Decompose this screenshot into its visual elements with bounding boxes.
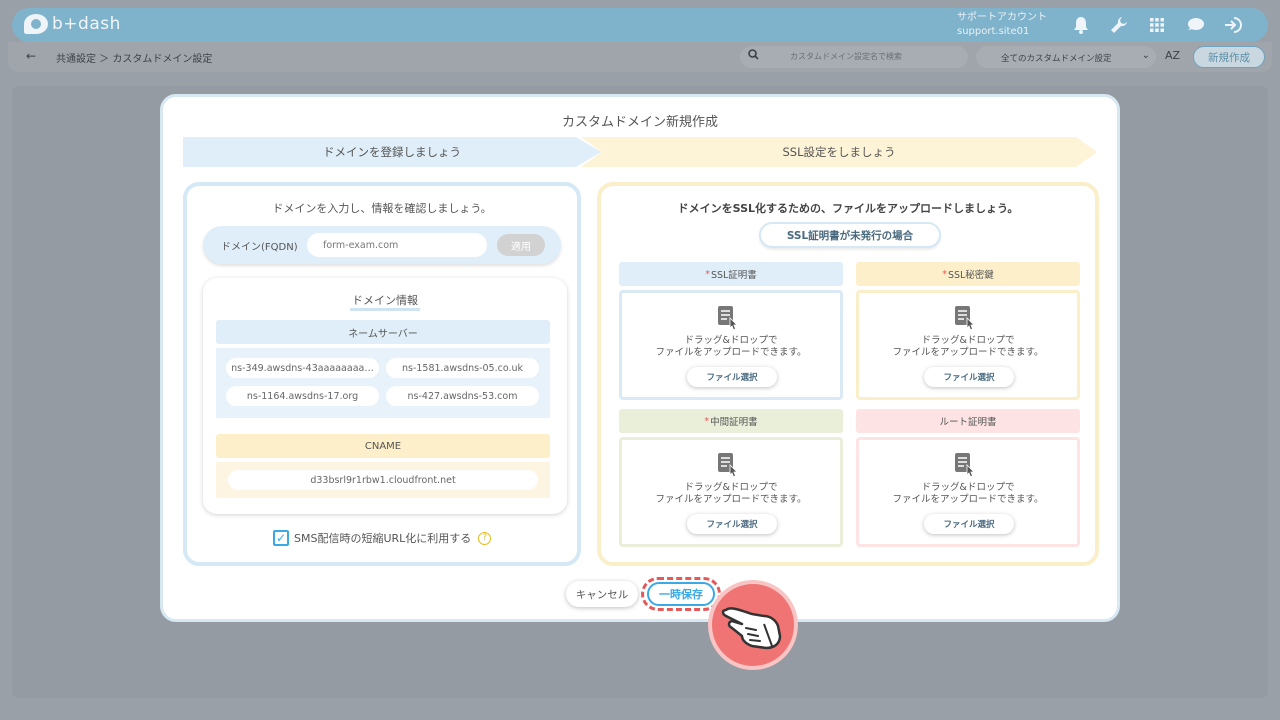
cname-header: CNAME	[216, 434, 550, 458]
ssl-key-header: * SSL秘密鍵	[856, 262, 1080, 286]
sms-checkbox[interactable]: ✓	[273, 530, 289, 546]
ssl-unissued-button[interactable]: SSL証明書が未発行の場合	[759, 222, 941, 248]
logout-icon[interactable]	[1222, 14, 1244, 36]
account-info[interactable]: サポートアカウント support.site01	[957, 11, 1047, 39]
intermediate-cert-dropzone[interactable]: ドラッグ&ドロップで ファイルをアップロードできます。 ファイル選択	[619, 437, 843, 547]
nameserver-item: ns-349.awsdns-43aaaaaaaa…	[226, 358, 379, 378]
app-header: b+dash サポートアカウント support.site01	[12, 8, 1268, 42]
create-domain-modal: カスタムドメイン新規作成 ドメインを登録しましょう SSL設定をしましょう ドメ…	[160, 94, 1120, 622]
file-select-button[interactable]: ファイル選択	[687, 514, 777, 534]
document-icon	[955, 306, 975, 331]
nameserver-list: ns-349.awsdns-43aaaaaaaa… ns-1581.awsdns…	[216, 348, 550, 418]
domain-info-card: ドメイン情報 ネームサーバー ns-349.awsdns-43aaaaaaaa……	[203, 278, 567, 514]
domain-panel: ドメインを入力し、情報を確認しましょう。 ドメイン(FQDN) 適用 ドメイン情…	[183, 182, 581, 566]
document-icon	[955, 453, 975, 478]
wrench-icon[interactable]	[1108, 14, 1130, 36]
cname-value: d33bsrl9r1rbw1.cloudfront.net	[228, 470, 538, 490]
root-cert-dropzone[interactable]: ドラッグ&ドロップで ファイルをアップロードできます。 ファイル選択	[856, 437, 1080, 547]
search-icon	[748, 49, 759, 63]
temp-save-button[interactable]: 一時保存	[647, 582, 715, 606]
domain-input-row: ドメイン(FQDN) 適用	[203, 226, 561, 264]
back-arrow-icon[interactable]: ←	[26, 49, 36, 63]
nameserver-header: ネームサーバー	[216, 320, 550, 344]
document-icon	[718, 306, 738, 331]
logo[interactable]: b+dash	[24, 14, 121, 34]
step-ssl-setup: SSL設定をしましょう	[581, 137, 1097, 167]
grid-icon[interactable]	[1146, 14, 1168, 36]
search-placeholder: カスタムドメイン設定名で検索	[790, 52, 902, 61]
appbar-icons	[1070, 14, 1244, 36]
sub-toolbar: ← 共通設定 ＞ カスタムドメイン設定 カスタムドメイン設定名で検索 全てのカス…	[8, 42, 1272, 72]
sms-label: SMS配信時の短縮URL化に利用する	[294, 532, 472, 545]
pointer-hand-icon	[708, 580, 798, 670]
bell-icon[interactable]	[1070, 14, 1092, 36]
sms-short-url-option: ✓ SMS配信時の短縮URL化に利用する ?	[273, 530, 492, 546]
account-id: support.site01	[957, 26, 1030, 37]
cancel-button[interactable]: キャンセル	[566, 581, 638, 607]
ssl-key-dropzone[interactable]: ドラッグ&ドロップで ファイルをアップロードできます。 ファイル選択	[856, 290, 1080, 400]
ssl-panel-heading: ドメインをSSL化するための、ファイルをアップロードしましょう。	[677, 202, 1019, 215]
step-register-domain: ドメインを登録しましょう	[183, 137, 601, 167]
breadcrumb: 共通設定 ＞ カスタムドメイン設定	[56, 54, 213, 65]
domain-label: ドメイン(FQDN)	[221, 242, 298, 253]
chevron-down-icon: ⌄	[1141, 50, 1150, 61]
ssl-cert-header: * SSL証明書	[619, 262, 843, 286]
cname-section: d33bsrl9r1rbw1.cloudfront.net	[216, 462, 550, 498]
domain-panel-heading: ドメインを入力し、情報を確認しましょう。	[272, 202, 492, 215]
domain-input[interactable]	[307, 233, 487, 257]
file-select-button[interactable]: ファイル選択	[924, 367, 1014, 387]
sort-az-icon[interactable]: AZ	[1165, 49, 1180, 62]
search-input[interactable]: カスタムドメイン設定名で検索	[740, 46, 968, 68]
file-select-button[interactable]: ファイル選択	[687, 367, 777, 387]
file-select-button[interactable]: ファイル選択	[924, 514, 1014, 534]
ssl-cert-dropzone[interactable]: ドラッグ&ドロップで ファイルをアップロードできます。 ファイル選択	[619, 290, 843, 400]
new-button[interactable]: 新規作成	[1193, 46, 1265, 68]
root-cert-header: ルート証明書	[856, 409, 1080, 433]
domain-info-title: ドメイン情報	[203, 292, 567, 311]
document-icon	[718, 453, 738, 478]
help-icon[interactable]: ?	[478, 531, 492, 545]
nameserver-item: ns-427.awsdns-53.com	[386, 386, 539, 406]
chat-icon[interactable]	[1184, 14, 1206, 36]
modal-title: カスタムドメイン新規作成	[561, 115, 718, 130]
nameserver-item: ns-1581.awsdns-05.co.uk	[386, 358, 539, 378]
save-highlight: 一時保存	[641, 577, 721, 611]
filter-select[interactable]: 全てのカスタムドメイン設定 ⌄	[976, 46, 1156, 68]
account-label: サポートアカウント	[957, 12, 1047, 23]
apply-button[interactable]: 適用	[497, 234, 545, 256]
intermediate-cert-header: * 中間証明書	[619, 409, 843, 433]
logo-icon	[24, 14, 48, 34]
nameserver-item: ns-1164.awsdns-17.org	[226, 386, 379, 406]
ssl-panel: ドメインをSSL化するための、ファイルをアップロードしましょう。 SSL証明書が…	[597, 182, 1099, 566]
filter-value: 全てのカスタムドメイン設定	[1001, 54, 1112, 64]
